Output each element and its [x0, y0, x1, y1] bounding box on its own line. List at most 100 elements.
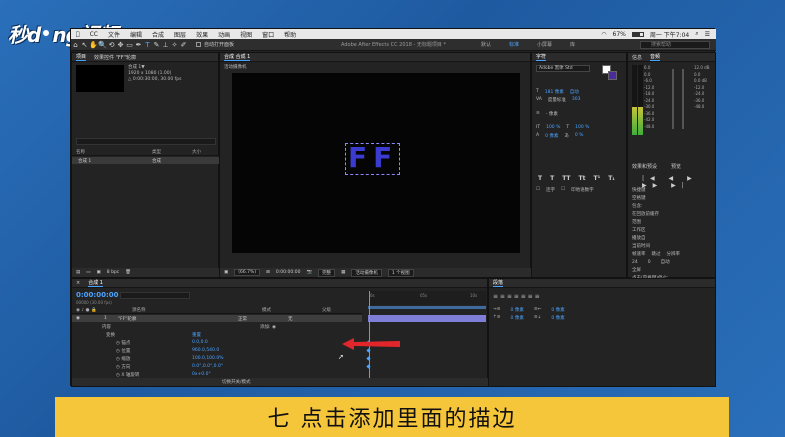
project-item-comp[interactable]: 合成 1 合成 — [72, 157, 220, 164]
layer-name[interactable]: "FF"轮廓 — [118, 316, 198, 322]
font-size-value[interactable]: 181 像素 — [545, 89, 564, 95]
timeline-search-input[interactable] — [120, 292, 190, 299]
viewer-timecode[interactable]: 0:00:00:00 — [276, 270, 301, 275]
stroke-width-value[interactable]: - 像素 — [546, 111, 558, 117]
add-label[interactable]: 添加: ◉ — [260, 324, 276, 330]
brush-tool-icon[interactable]: ✎ — [152, 40, 161, 49]
tab-paragraph[interactable]: 段落 — [493, 279, 504, 287]
baseline-value[interactable]: 0 像素 — [545, 133, 558, 139]
region-icon[interactable]: ▣ — [224, 270, 228, 275]
grid-icon[interactable]: ⊞ — [266, 270, 270, 275]
indent-right-value[interactable]: 0 像素 — [551, 307, 564, 313]
col-type[interactable]: 类型 — [152, 149, 192, 155]
resolution-select[interactable]: 完整 — [318, 268, 336, 277]
prop-anchor-value[interactable]: 0.0,0.0 — [192, 340, 208, 345]
clock[interactable]: 周一 下午7:04 — [650, 30, 689, 39]
layer-visibility-icon[interactable]: ◉ — [72, 316, 104, 321]
audio-fader-right[interactable] — [682, 69, 684, 129]
prop-position-value[interactable]: 960.0,540.0 — [192, 348, 219, 353]
home-icon[interactable]: ⌂ — [71, 40, 80, 49]
puppet-tool-icon[interactable]: ✐ — [179, 40, 188, 49]
spotlight-icon[interactable]: ⌕ — [695, 30, 698, 38]
tracking-value[interactable]: 303 — [572, 97, 581, 103]
all-caps-button[interactable]: TT — [562, 175, 570, 182]
frame-rate-values[interactable]: 24 0 自动 — [632, 259, 686, 267]
small-caps-button[interactable]: Tt — [579, 175, 586, 182]
col-name[interactable]: 名称 — [72, 149, 152, 155]
faux-bold-button[interactable]: T — [538, 175, 542, 182]
col-size[interactable]: 大小 — [192, 149, 201, 155]
menu-edit[interactable]: 编辑 — [125, 30, 147, 39]
faux-italic-button[interactable]: T — [550, 175, 554, 182]
eraser-tool-icon[interactable]: ✧ — [170, 40, 179, 49]
hindi-digits-checkbox[interactable]: ☐ — [561, 187, 565, 193]
rotate-tool-icon[interactable]: ⟲ — [107, 40, 116, 49]
menu-view[interactable]: 视图 — [235, 30, 257, 39]
auto-open-checkbox[interactable] — [196, 42, 201, 47]
tab-composition[interactable]: 合成 合成 1 — [224, 53, 251, 61]
tab-effects-presets[interactable]: 效果和预设 — [632, 163, 657, 172]
space-before-value[interactable]: 0 像素 — [511, 315, 524, 321]
workspace-standard[interactable]: 标准 — [509, 41, 519, 48]
camera-select[interactable]: 活动摄像机 — [351, 268, 382, 277]
toggle-switches-modes[interactable]: 切换开关/模式 — [222, 379, 251, 385]
project-search-input[interactable] — [76, 138, 216, 145]
trash-icon[interactable]: 🗑 — [125, 270, 131, 275]
cache-before-playback-checkbox[interactable]: 在回放前缓存 — [632, 211, 686, 219]
horizontal-scale-value[interactable]: 100 % — [575, 125, 589, 130]
menu-layer[interactable]: 图层 — [169, 30, 191, 39]
tab-timeline-comp[interactable]: 合成 1 — [88, 279, 103, 287]
prop-orientation-value[interactable]: 0.0°,0.0°,0.0° — [192, 364, 223, 369]
apple-icon[interactable]:  — [71, 31, 85, 38]
selection-tool-icon[interactable]: ↖ — [80, 40, 89, 49]
bpc-label[interactable]: 8 bpc — [107, 270, 119, 275]
interpret-icon[interactable]: ▤ — [76, 270, 80, 275]
transform-group[interactable]: 变换 — [106, 332, 115, 338]
prop-position[interactable]: ◷ 位置 — [116, 348, 130, 354]
col-parent[interactable]: 父级 — [282, 307, 331, 313]
ligature-checkbox[interactable]: ☐ — [536, 187, 540, 193]
zoom-tool-icon[interactable]: 🔍 — [98, 40, 107, 49]
stamp-tool-icon[interactable]: ⊥ — [161, 40, 170, 49]
tsume-value[interactable]: 0 % — [575, 133, 584, 139]
fullscreen-checkbox[interactable]: 全屏 — [632, 267, 686, 275]
menu-composition[interactable]: 合成 — [147, 30, 169, 39]
pen-tool-icon[interactable]: ✒ — [134, 40, 143, 49]
col-mode[interactable]: 模式 — [212, 307, 282, 313]
prop-scale-value[interactable]: 100.0,100.0% — [192, 356, 223, 361]
prop-scale[interactable]: ◷ 缩放 — [116, 356, 130, 362]
layer-row-outline[interactable]: ◉ 1 "FF"轮廓 正常 无 — [72, 315, 362, 322]
layer-parent[interactable]: 无 — [288, 316, 293, 322]
type-tool-icon[interactable]: T — [143, 40, 152, 49]
menu-list-icon[interactable]: ☰ — [705, 31, 710, 38]
tab-audio[interactable]: 音频 — [650, 53, 661, 61]
hand-tool-icon[interactable]: ✋ — [89, 40, 98, 49]
tab-info[interactable]: 信息 — [632, 54, 642, 61]
battery-icon[interactable] — [631, 31, 644, 37]
transform-reset-link[interactable]: 重置 — [192, 332, 201, 338]
play-from-select[interactable]: 当前时间 — [632, 243, 686, 251]
menu-help[interactable]: 帮助 — [279, 30, 301, 39]
stroke-color-swatch[interactable] — [608, 71, 617, 80]
vertical-scale-value[interactable]: 100 % — [546, 125, 560, 130]
indent-left-value[interactable]: 0 像素 — [511, 307, 524, 313]
kerning-value[interactable]: 度量标准 — [548, 97, 566, 103]
tab-character[interactable]: 字符 — [536, 53, 547, 61]
rectangle-tool-icon[interactable]: ▭ — [125, 40, 134, 49]
menu-window[interactable]: 窗口 — [257, 30, 279, 39]
menu-animation[interactable]: 动画 — [213, 30, 235, 39]
new-comp-icon[interactable]: ▣ — [97, 270, 101, 275]
text-layer-preview[interactable]: FF — [348, 141, 398, 174]
font-family-select[interactable]: Adobe 黑体 Std — [536, 65, 590, 72]
help-search-input[interactable]: 搜索帮助 — [640, 41, 710, 49]
new-folder-icon[interactable]: ▭ — [86, 270, 90, 275]
align-buttons[interactable]: ≡ ≡ ≡ ≡ ≡ ≡ ≡ — [493, 293, 540, 300]
camera-tool-icon[interactable]: ✥ — [116, 40, 125, 49]
subscript-button[interactable]: T₁ — [608, 175, 615, 182]
menu-cc[interactable]: CC — [85, 31, 103, 38]
col-source-name[interactable]: 源名称 — [132, 307, 212, 313]
layer-mode[interactable]: 正常 — [198, 316, 288, 322]
workspace-default[interactable]: 默认 — [481, 41, 491, 48]
timeline-timecode[interactable]: 0:00:00:00 — [76, 291, 119, 299]
workspace-small-screen[interactable]: 小屏幕 — [537, 41, 552, 48]
